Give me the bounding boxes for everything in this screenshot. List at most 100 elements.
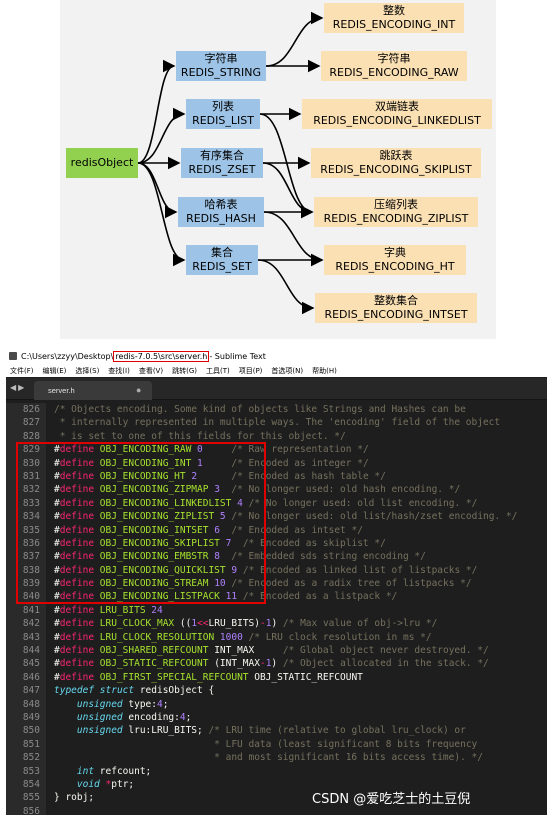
line-number: 827 (6, 416, 46, 430)
tab-server-h[interactable]: server.h ● (34, 381, 152, 400)
node-encoding-en: REDIS_ENCODING_INTSET (324, 308, 468, 321)
node-type-zset: 有序集合 REDIS_ZSET (181, 148, 263, 178)
node-encoding-en: REDIS_ENCODING_INT (332, 18, 456, 31)
node-encoding-en: REDIS_ENCODING_HT (335, 260, 455, 273)
edge-type-to-encoding (257, 259, 315, 315)
window-titlebar: C:\Users\zzyy\Desktop\ redis-7.0.5\src\s… (6, 348, 547, 364)
node-encoding-en: REDIS_ENCODING_RAW (329, 66, 459, 79)
code-line: 844 #define OBJ_SHARED_REFCOUNT INT_MAX /… (6, 644, 547, 658)
code-text: * LFU data (least significant 8 bits fre… (54, 738, 477, 751)
code-token: lru:LRU_BITS; (122, 725, 209, 737)
code-text: #define LRU_BITS 24 (54, 604, 163, 617)
line-number: 826 (6, 403, 46, 417)
node-encoding-cn: 双端链表 (375, 100, 419, 113)
code-token: unsigned (76, 725, 123, 737)
menu-preferences[interactable]: 首选项(N) (271, 366, 303, 376)
code-token: ; (162, 698, 169, 710)
node-type-en: REDIS_HASH (186, 212, 256, 225)
line-number: 851 (6, 737, 46, 752)
code-token: type: (122, 698, 157, 710)
node-encoding-linkedlist: 双端链表 REDIS_ENCODING_LINKEDLIST (302, 99, 492, 129)
title-app-name: - Sublime Text (209, 351, 266, 361)
code-token: unsigned (76, 711, 123, 723)
node-type-en: REDIS_ZSET (188, 163, 256, 176)
code-line: 826 /* Objects encoding. Some kind of obj… (6, 403, 547, 417)
line-number: 845 (6, 657, 46, 671)
code-token: void (76, 778, 100, 790)
line-number: 842 (6, 617, 46, 631)
menu-file[interactable]: 文件(F) (10, 366, 34, 376)
code-token: int (76, 765, 95, 777)
menu-tools[interactable]: 工具(T) (206, 366, 230, 376)
code-token: } robj; (54, 792, 95, 804)
code-token: /* No longer used: old list encoding. */ (248, 497, 478, 509)
menu-goto[interactable]: 跳转(G) (172, 366, 197, 376)
node-encoding-intset: 整数集合 REDIS_ENCODING_INTSET (315, 293, 477, 323)
tab-label: server.h (48, 386, 75, 395)
node-type-cn: 集合 (211, 246, 233, 259)
code-token: /* Encoded as a radix tree of listpacks … (231, 578, 472, 590)
code-text: #define LRU_CLOCK_RESOLUTION 1000 /* LRU… (54, 631, 432, 644)
node-type-en: REDIS_SET (192, 260, 252, 273)
edge-type-to-encoding (265, 11, 324, 67)
code-line: 842 #define LRU_CLOCK_MAX ((1<<LRU_BITS)-… (6, 617, 547, 631)
line-number: 848 (6, 697, 46, 711)
code-text: typedef struct redisObject { (54, 684, 214, 697)
code-token: unsigned (76, 698, 123, 710)
code-line: 846 #define OBJ_FIRST_SPECIAL_REFCOUNT OB… (6, 670, 547, 685)
line-number: 852 (6, 751, 46, 765)
code-token: define (59, 645, 95, 657)
title-path-prefix: C:\Users\zzyy\Desktop\ (21, 351, 114, 361)
code-token: struct (99, 685, 135, 697)
code-text: unsigned lru:LRU_BITS; /* LRU time (rela… (54, 724, 466, 737)
node-type-cn: 字符串 (204, 52, 238, 65)
code-text: #define OBJ_STATIC_REFCOUNT (INT_MAX-1) … (54, 657, 489, 670)
unsaved-dot-icon[interactable]: ● (136, 385, 141, 395)
code-line: 852 * and most significant 16 bits acces… (6, 751, 547, 765)
menu-find[interactable]: 查找(I) (108, 366, 130, 376)
line-number: 849 (6, 710, 46, 725)
code-token: INT_MAX (208, 645, 283, 657)
line-number: 850 (6, 724, 46, 738)
code-line: 849 unsigned encoding:4; (6, 710, 547, 725)
menu-bar: 文件(F) 编辑(E) 选择(S) 查找(I) 查看(V) 跳转(G) 工具(T… (6, 364, 547, 377)
line-number: 843 (6, 630, 46, 645)
code-token: OBJ_STATIC_REFCOUNT (99, 658, 209, 670)
code-token: /* LRU clock resolution in ms */ (248, 631, 432, 643)
menu-help[interactable]: 帮助(H) (312, 366, 337, 376)
code-token: 24 (151, 604, 163, 616)
csdn-watermark: CSDN @爱吃芝士的土豆倪 (312, 792, 471, 807)
code-token: define (59, 658, 95, 670)
code-token: 1000 (219, 631, 243, 643)
menu-edit[interactable]: 编辑(E) (43, 366, 67, 376)
code-text: int refcount; (54, 765, 151, 778)
code-token: /* LRU time (relative to global lru_cloc… (208, 725, 466, 737)
sublime-app-icon (9, 352, 17, 360)
code-token: * internally represented in multiple way… (54, 417, 501, 429)
line-number: 854 (6, 777, 46, 792)
code-token: * LFU data (least significant 8 bits fre… (214, 738, 478, 750)
code-line: 850 unsigned lru:LRU_BITS; /* LRU time (… (6, 724, 547, 738)
node-encoding-cn: 字符串 (377, 52, 411, 65)
code-text: * internally represented in multiple way… (54, 416, 500, 429)
menu-view[interactable]: 查看(V) (139, 366, 163, 376)
code-text: } robj; (54, 791, 94, 804)
node-encoding-raw: 字符串 REDIS_ENCODING_RAW (321, 51, 467, 81)
code-token: define (59, 618, 95, 630)
line-number: 847 (6, 684, 46, 698)
code-text: /* Objects encoding. Some kind of object… (54, 403, 466, 416)
menu-project[interactable]: 项目(P) (239, 366, 263, 376)
code-token: LRU_BITS) (208, 618, 260, 630)
code-line: 853 int refcount; (6, 764, 547, 778)
tab-nav-arrows-icon[interactable]: ◀▶ (10, 383, 26, 392)
code-line: 845 #define OBJ_STATIC_REFCOUNT (INT_MAX-… (6, 657, 547, 671)
code-token: ) (271, 618, 283, 630)
code-token: define (59, 671, 95, 683)
menu-selection[interactable]: 选择(S) (75, 366, 99, 376)
code-line: 851 * LFU data (least significant 8 bits… (6, 737, 547, 752)
